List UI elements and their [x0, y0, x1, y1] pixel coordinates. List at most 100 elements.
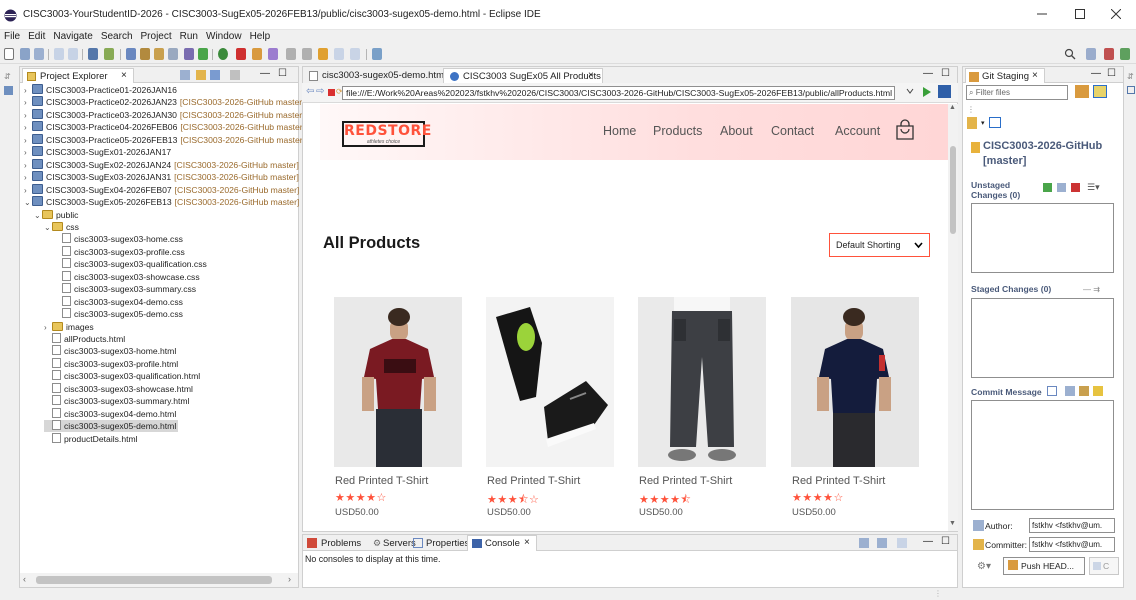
- chevron-down-icon[interactable]: ⌄: [34, 210, 42, 222]
- search-icon[interactable]: [1064, 48, 1076, 60]
- tree-item[interactable]: allProducts.html: [44, 333, 125, 345]
- tree-item[interactable]: cisc3003-sugex05-demo.css: [54, 308, 183, 320]
- url-dropdown-icon[interactable]: [906, 87, 914, 95]
- product-name[interactable]: Red Printed T-Shirt: [792, 475, 885, 487]
- skip-breakpoints-icon[interactable]: [104, 48, 114, 60]
- presentation-icon[interactable]: [967, 117, 977, 129]
- build-icon[interactable]: [126, 48, 136, 60]
- display-console-icon[interactable]: [859, 538, 869, 548]
- last-edit-icon[interactable]: [318, 48, 328, 60]
- close-tab-icon[interactable]: ×: [524, 537, 530, 548]
- tree-item[interactable]: cisc3003-sugex03-qualification.html: [44, 370, 200, 382]
- menu-window[interactable]: Window: [202, 30, 246, 43]
- save-icon[interactable]: [20, 48, 30, 60]
- url-input[interactable]: file:///E:/Work%20Areas%202023/fstkhv%20…: [342, 86, 895, 100]
- tree-item[interactable]: cisc3003-sugex03-profile.html: [44, 357, 178, 370]
- tree-item[interactable]: › CISC3003-Practice03-2026JAN30 [CISC3003-…: [24, 108, 305, 121]
- git-perspective-icon[interactable]: [1104, 48, 1114, 60]
- tree-item[interactable]: › CISC3003-Practice04-2026FEB06 [CISC3003-…: [24, 121, 305, 133]
- drag-handle-icon[interactable]: ⋮: [967, 105, 975, 114]
- external-tools-icon[interactable]: [236, 48, 246, 60]
- browser-stop-icon[interactable]: [328, 89, 335, 96]
- link-selection-icon[interactable]: [1093, 85, 1107, 98]
- browser-back-icon[interactable]: ⇦: [306, 86, 314, 97]
- pin-console-icon[interactable]: [877, 538, 887, 548]
- maximize-button[interactable]: [1062, 4, 1098, 24]
- tree-item[interactable]: productDetails.html: [44, 432, 138, 445]
- maximize-git-icon[interactable]: ☐: [1107, 68, 1116, 79]
- nav-about[interactable]: About: [720, 124, 753, 138]
- tree-item[interactable]: › CISC3003-Practice01-2026JAN16: [24, 84, 177, 96]
- back-icon[interactable]: [334, 48, 344, 60]
- menu-project[interactable]: Project: [137, 30, 176, 43]
- maximize-view-icon[interactable]: ☐: [278, 68, 287, 79]
- annotation-next-icon[interactable]: [286, 48, 296, 60]
- minimize-console-icon[interactable]: —: [923, 536, 933, 547]
- tree-item[interactable]: ⌄ CISC3003-SugEx05-2026FEB13 [CISC3003-202…: [24, 196, 299, 208]
- chevron-right-icon[interactable]: ›: [44, 322, 52, 334]
- commit-button[interactable]: C: [1089, 557, 1119, 575]
- skip-icon[interactable]: [198, 48, 208, 60]
- tree-item[interactable]: › CISC3003-SugEx03-2026JAN31 [CISC3003-202…: [24, 171, 299, 183]
- scroll-right-icon[interactable]: ›: [288, 574, 291, 584]
- back-history-icon[interactable]: [54, 48, 64, 60]
- cart-icon[interactable]: [895, 119, 915, 141]
- amend-icon[interactable]: [1079, 386, 1089, 396]
- git-push-icon[interactable]: [168, 48, 178, 60]
- debug-icon[interactable]: [184, 48, 194, 60]
- go-icon[interactable]: [922, 86, 932, 98]
- filter-files-input[interactable]: ⌕ Filter files: [966, 85, 1068, 100]
- tree-item[interactable]: cisc3003-sugex04-demo.css: [54, 295, 183, 308]
- tree-item[interactable]: cisc3003-sugex03-showcase.css: [54, 270, 200, 283]
- chevron-right-icon[interactable]: ›: [24, 172, 32, 184]
- close-tab-icon[interactable]: ×: [588, 70, 594, 81]
- collapse-all-icon[interactable]: [180, 70, 190, 80]
- committer-input[interactable]: fstkhv <fstkhv@um.: [1029, 537, 1115, 552]
- product-image-polo[interactable]: [791, 297, 919, 467]
- tree-item[interactable]: › CISC3003-Practice02-2026JAN23 [CISC3003-…: [24, 96, 305, 108]
- minimize-git-icon[interactable]: —: [1091, 68, 1101, 79]
- unstage-all-icon[interactable]: — ⇉: [1083, 285, 1100, 294]
- settings-gear-icon[interactable]: ⚙▾: [977, 561, 991, 572]
- tree-item[interactable]: cisc3003-sugex04-demo.html: [44, 407, 176, 420]
- tree-item[interactable]: › CISC3003-SugEx04-2026FEB07 [CISC3003-202…: [24, 183, 299, 197]
- tree-item[interactable]: ⌄ css: [44, 221, 79, 233]
- tree-item[interactable]: › images: [44, 321, 94, 333]
- run-icon[interactable]: [218, 48, 228, 60]
- scrollbar-thumb[interactable]: [36, 576, 272, 584]
- annotation-prev-icon[interactable]: [302, 48, 312, 60]
- nav-contact[interactable]: Contact: [771, 124, 814, 138]
- new-file-icon[interactable]: [4, 48, 14, 60]
- chevron-right-icon[interactable]: ›: [24, 147, 32, 159]
- git-pull-icon[interactable]: [154, 48, 164, 60]
- editor-tab-browser[interactable]: CISC3003 SugEx05 All Products ×: [443, 68, 603, 84]
- stage-all-icon[interactable]: [1057, 183, 1066, 192]
- menu-edit[interactable]: Edit: [24, 30, 49, 43]
- chevron-right-icon[interactable]: ›: [24, 85, 32, 97]
- tree-item[interactable]: cisc3003-sugex03-showcase.html: [44, 382, 193, 395]
- outline-icon[interactable]: [4, 86, 13, 95]
- commit-template-icon[interactable]: [1047, 386, 1057, 396]
- close-button[interactable]: [1098, 4, 1134, 24]
- chevron-right-icon[interactable]: ›: [24, 185, 32, 197]
- tree-item[interactable]: cisc3003-sugex05-demo.html: [44, 420, 179, 433]
- scrollbar-thumb[interactable]: [950, 146, 956, 234]
- open-console-icon[interactable]: [897, 538, 907, 548]
- chevron-right-icon[interactable]: ›: [24, 122, 32, 134]
- refresh-icon[interactable]: [1075, 85, 1089, 98]
- maximize-console-icon[interactable]: ☐: [941, 536, 950, 547]
- sort-select[interactable]: Default Shorting: [829, 233, 930, 257]
- link-editor-icon[interactable]: [196, 70, 206, 80]
- product-image-shoes[interactable]: [486, 297, 614, 467]
- nav-home[interactable]: Home: [603, 124, 636, 138]
- browser-vertical-scrollbar[interactable]: ▲ ▼: [948, 104, 958, 531]
- console-view-icon[interactable]: [1127, 86, 1135, 94]
- pin-editor-icon[interactable]: [372, 48, 382, 60]
- close-tab-icon[interactable]: ×: [121, 70, 127, 81]
- compare-mode-icon[interactable]: [989, 117, 1001, 128]
- tree-item[interactable]: cisc3003-sugex03-home.css: [54, 233, 183, 245]
- filter-icon[interactable]: [210, 70, 220, 80]
- open-perspective-icon[interactable]: [1086, 48, 1096, 60]
- scroll-left-icon[interactable]: ‹: [23, 574, 26, 584]
- tree-item[interactable]: cisc3003-sugex03-profile.css: [54, 245, 185, 258]
